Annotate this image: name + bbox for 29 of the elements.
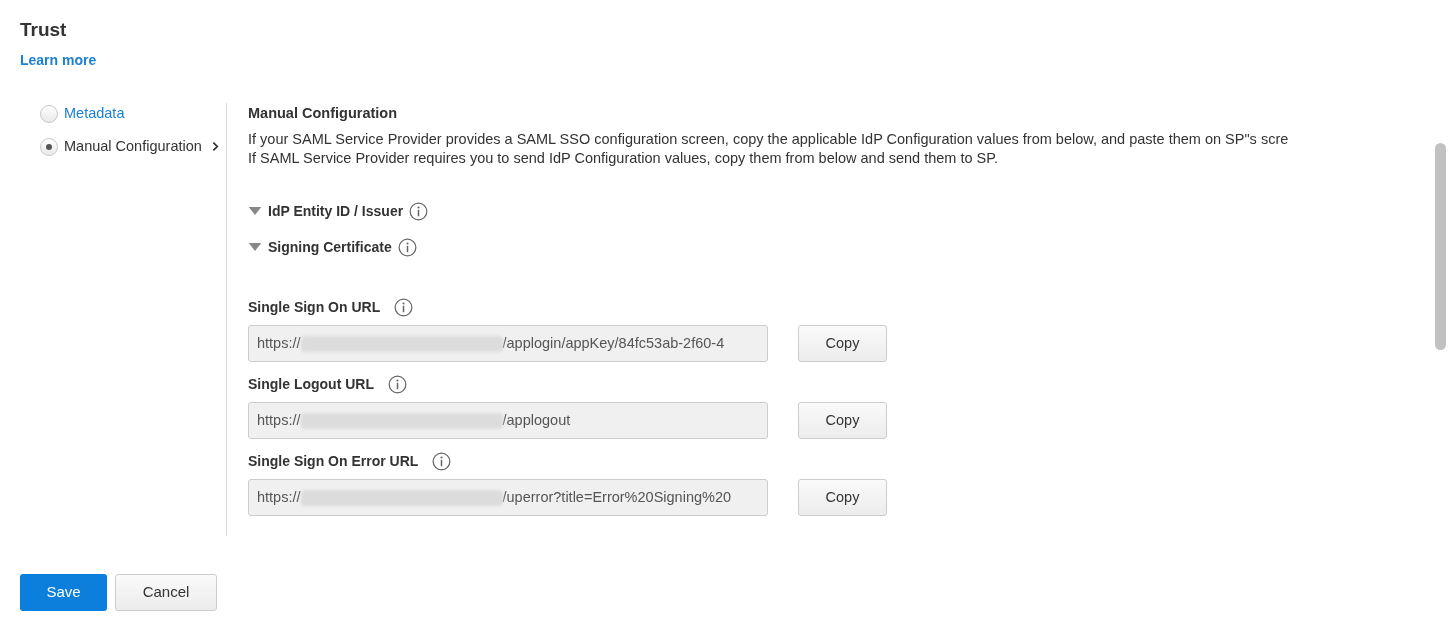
url-field[interactable]: https:// /applogout xyxy=(248,402,768,439)
copy-button[interactable]: Copy xyxy=(798,325,887,362)
cancel-button[interactable]: Cancel xyxy=(115,574,217,611)
triangle-down-icon[interactable] xyxy=(248,206,262,216)
scrollbar-thumb[interactable] xyxy=(1435,143,1446,350)
radio-option[interactable]: Manual Configuration xyxy=(40,136,226,157)
info-icon[interactable] xyxy=(388,374,407,394)
description-text: If your SAML Service Provider provides a SAML SSO configuration screen, copy the applicable IdP Configuration values from below, and paste them on SP"s scre xyxy=(248,130,1290,149)
field-label: Single Logout URL xyxy=(248,374,374,394)
section-toggle[interactable]: IdP Entity ID / Issuer xyxy=(268,200,404,222)
section-title: Manual Configuration xyxy=(248,104,398,123)
info-icon[interactable] xyxy=(432,451,452,471)
field-label: Single Sign On URL xyxy=(248,297,381,317)
field-label: Single Sign On Error URL xyxy=(248,451,419,471)
save-button[interactable]: Save xyxy=(20,574,107,611)
copy-button[interactable]: Copy xyxy=(798,402,887,439)
info-icon[interactable] xyxy=(409,201,429,221)
copy-button[interactable]: Copy xyxy=(798,479,887,516)
info-icon[interactable] xyxy=(397,237,417,257)
description-text: If SAML Service Provider requires you to send IdP Configuration values, copy them from below and send them to SP. xyxy=(248,149,1000,168)
triangle-down-icon[interactable] xyxy=(248,242,262,252)
chevron-right-icon xyxy=(211,141,219,152)
url-field[interactable]: https:// /applogin/appKey/84fc53ab-2f60-4 xyxy=(248,325,768,362)
info-icon[interactable] xyxy=(394,297,414,317)
section-toggle[interactable]: Signing Certificate xyxy=(268,236,392,258)
url-field[interactable]: https:// /uperror?title=Error%20Signing%20 xyxy=(248,479,768,516)
page-title: Trust xyxy=(20,18,68,42)
learn-more-link[interactable]: Learn more xyxy=(20,50,97,71)
radio-option[interactable]: Metadata xyxy=(40,103,226,124)
